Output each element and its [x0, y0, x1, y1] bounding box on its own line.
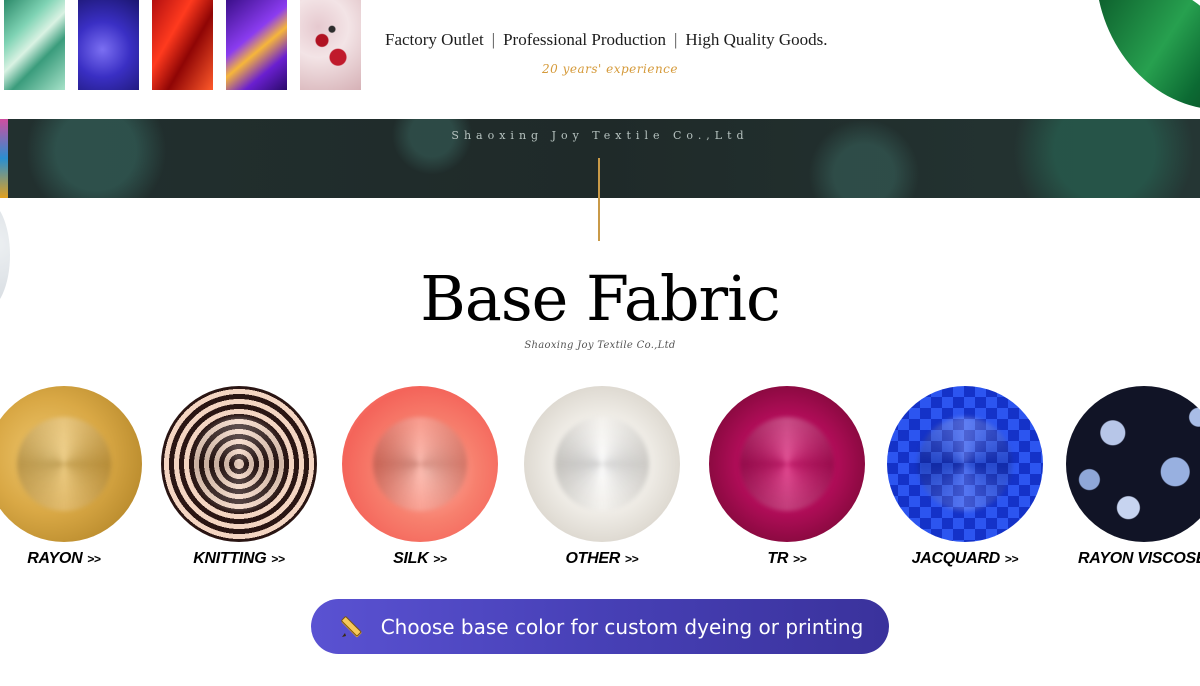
tagline-separator: | [673, 30, 678, 49]
divider-line [598, 158, 600, 241]
leaf-decoration [1095, 0, 1200, 132]
fabric-thumbnails [4, 0, 361, 90]
thumbnail-red-floral[interactable] [152, 0, 213, 90]
fabric-label-other[interactable]: OTHER >> [522, 550, 682, 568]
fabric-label-text: SILK [393, 550, 429, 567]
thumbnail-blue-satin[interactable] [78, 0, 139, 90]
fabric-item-rayon-viscose[interactable]: RAYON VISCOSE [1066, 386, 1200, 568]
section-subtitle: Shaoxing Joy Textile Co.,Ltd [524, 340, 676, 351]
fabric-image-tr[interactable] [709, 386, 865, 542]
fabric-item-other[interactable]: OTHER >> [522, 386, 682, 568]
fabric-label-rayon-viscose[interactable]: RAYON VISCOSE [1066, 550, 1200, 568]
thumbnail-purple-floral[interactable] [226, 0, 287, 90]
cta-label: Choose base color for custom dyeing or p… [380, 614, 864, 639]
fabric-image-knitting[interactable] [161, 386, 317, 542]
section-title: Base Fabric [420, 262, 780, 335]
fabric-label-text: KNITTING [193, 550, 267, 567]
tagline-separator: | [491, 30, 496, 49]
fabric-item-jacquard[interactable]: JACQUARD >> [885, 386, 1045, 568]
fabric-label-text: JACQUARD [911, 550, 1001, 567]
thumbnail-green-floral[interactable] [4, 0, 65, 90]
choose-base-color-button[interactable]: Choose base color for custom dyeing or p… [311, 599, 889, 654]
fabric-item-rayon[interactable]: RAYON >> [0, 386, 144, 568]
fabric-item-tr[interactable]: TR >> [707, 386, 867, 568]
tagline-professional-production: Professional Production [503, 30, 666, 49]
arrow-icon: >> [87, 552, 101, 566]
fabric-image-other[interactable] [524, 386, 680, 542]
fabric-label-text: RAYON VISCOSE [1078, 550, 1200, 567]
fabric-image-rayon[interactable] [0, 386, 142, 542]
fabric-image-silk[interactable] [342, 386, 498, 542]
arrow-icon: >> [433, 552, 447, 566]
arrow-icon: >> [793, 552, 807, 566]
experience-text: 20 years' experience [542, 62, 679, 76]
arrow-icon: >> [1004, 552, 1019, 566]
fabric-image-rayon-viscose[interactable] [1066, 386, 1200, 542]
tagline-factory-outlet: Factory Outlet [385, 30, 484, 49]
fabric-label-rayon[interactable]: RAYON >> [0, 550, 144, 568]
arrow-icon: >> [625, 552, 639, 566]
fabric-list: RAYON >> KNITTING >> SILK >> OTHER >> TR >> J… [0, 386, 1200, 576]
fabric-label-knitting[interactable]: KNITTING >> [159, 550, 319, 568]
company-name: Shaoxing Joy Textile Co.,Ltd [451, 129, 749, 142]
fabric-image-jacquard[interactable] [887, 386, 1043, 542]
pencil-ruler-icon [337, 612, 367, 642]
fabric-label-text: OTHER [565, 550, 621, 567]
thumbnail-pink-print[interactable] [300, 0, 361, 90]
fabric-label-jacquard[interactable]: JACQUARD >> [885, 550, 1045, 568]
fabric-label-text: TR [767, 550, 789, 567]
fabric-label-tr[interactable]: TR >> [707, 550, 867, 568]
fabric-item-silk[interactable]: SILK >> [340, 386, 500, 568]
fabric-label-silk[interactable]: SILK >> [340, 550, 500, 568]
arrow-icon: >> [271, 552, 285, 566]
fabric-item-knitting[interactable]: KNITTING >> [159, 386, 319, 568]
tagline-high-quality: High Quality Goods. [685, 30, 828, 49]
fabric-label-text: RAYON [27, 550, 83, 567]
tagline: Factory Outlet | Professional Production | H… [385, 30, 828, 50]
